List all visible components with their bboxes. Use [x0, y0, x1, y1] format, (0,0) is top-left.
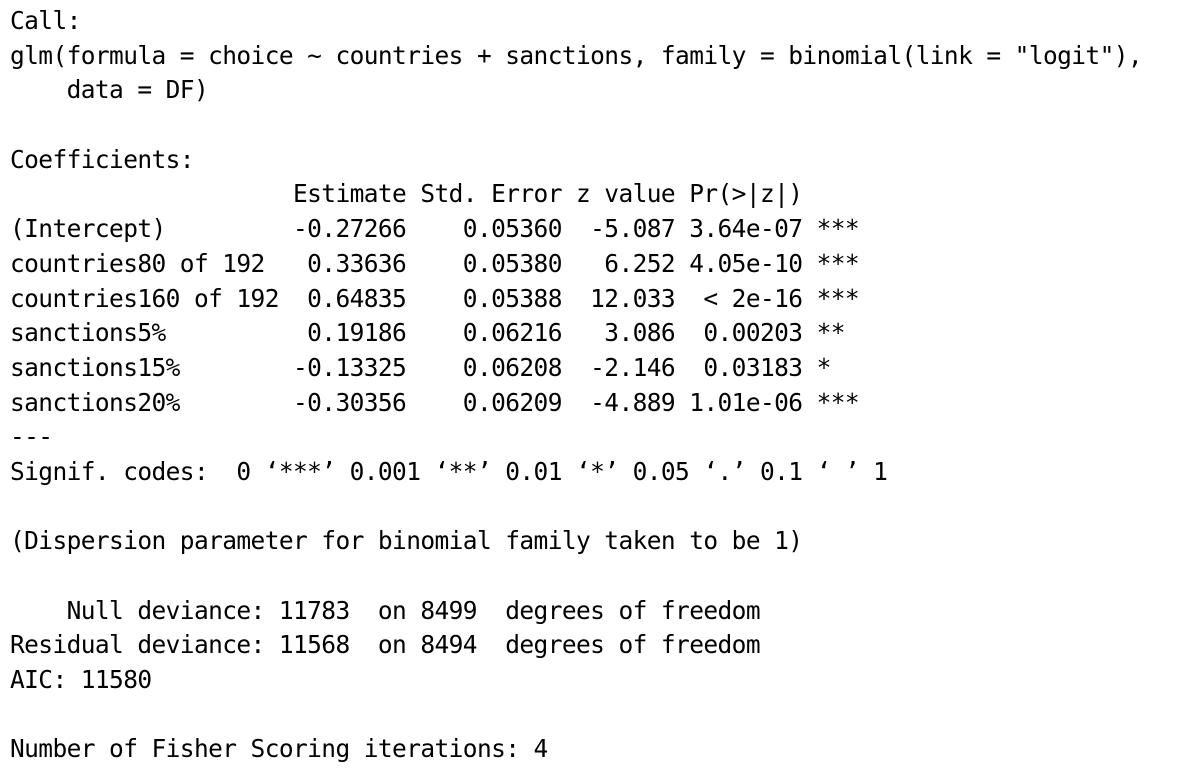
- null-deviance-line: Null deviance: 11783 on 8499 degrees of …: [10, 595, 761, 625]
- coefficients-column-headers: Estimate Std. Error z value Pr(>|z|): [10, 179, 860, 209]
- call-formula-line: glm(formula = choice ~ countries + sanct…: [10, 40, 1143, 70]
- call-data-line: data = DF): [10, 75, 209, 105]
- coefficient-row-intercept: (Intercept) -0.27266 0.05360 -5.087 3.64…: [10, 214, 860, 244]
- dispersion-line: (Dispersion parameter for binomial famil…: [10, 526, 803, 556]
- call-header: Call:: [10, 6, 81, 35]
- fisher-iterations-line: Number of Fisher Scoring iterations: 4: [10, 734, 548, 764]
- r-console-output: Call: glm(formula = choice ~ countries +…: [10, 4, 1182, 780]
- signif-codes-line: Signif. codes: 0 ‘***’ 0.001 ‘**’ 0.01 ‘…: [10, 456, 888, 486]
- aic-line: AIC: 11580: [10, 665, 152, 695]
- separator-line: ---: [10, 422, 53, 452]
- coefficient-row-countries160: countries160 of 192 0.64835 0.05388 12.0…: [10, 283, 860, 313]
- residual-deviance-line: Residual deviance: 11568 on 8494 degrees…: [10, 630, 761, 660]
- coefficients-header: Coefficients:: [10, 144, 195, 174]
- coefficient-row-sanctions5: sanctions5% 0.19186 0.06216 3.086 0.0020…: [10, 318, 860, 348]
- coefficient-row-sanctions15: sanctions15% -0.13325 0.06208 -2.146 0.0…: [10, 352, 860, 382]
- coefficient-row-countries80: countries80 of 192 0.33636 0.05380 6.252…: [10, 248, 860, 278]
- coefficient-row-sanctions20: sanctions20% -0.30356 0.06209 -4.889 1.0…: [10, 387, 860, 417]
